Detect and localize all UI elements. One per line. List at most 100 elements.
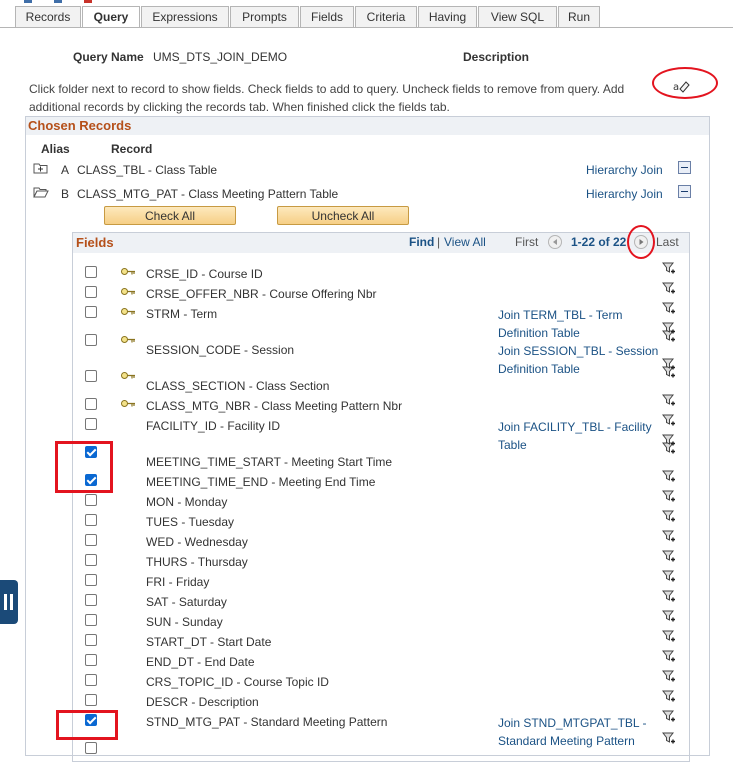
- key-icon: [121, 265, 136, 275]
- add-criteria-icon[interactable]: [661, 530, 676, 544]
- field-checkbox[interactable]: [85, 594, 97, 606]
- field-name: FRI - Friday: [146, 575, 210, 589]
- tab-view-sql[interactable]: View SQL: [478, 6, 557, 27]
- field-name: SAT - Saturday: [146, 595, 227, 609]
- query-name-value: UMS_DTS_JOIN_DEMO: [153, 50, 288, 64]
- add-criteria-icon[interactable]: [661, 690, 676, 704]
- field-checkbox[interactable]: [85, 370, 97, 382]
- tab-run[interactable]: Run: [558, 6, 600, 27]
- field-checkbox[interactable]: [85, 418, 97, 430]
- field-checkbox[interactable]: [85, 306, 97, 318]
- field-checkbox[interactable]: [85, 574, 97, 586]
- remove-record-b-button[interactable]: [678, 185, 691, 198]
- field-checkbox[interactable]: [85, 694, 97, 706]
- check-all-button[interactable]: Check All: [104, 206, 236, 225]
- add-criteria-icon[interactable]: [661, 394, 676, 408]
- key-icon: [121, 397, 136, 407]
- add-criteria-icon[interactable]: [661, 630, 676, 644]
- record-alias-b: B: [61, 187, 70, 201]
- field-checkbox[interactable]: [85, 334, 97, 346]
- side-panel-toggle[interactable]: [0, 580, 18, 624]
- field-checkbox[interactable]: [85, 554, 97, 566]
- add-criteria-icon[interactable]: [661, 610, 676, 624]
- add-criteria-icon[interactable]: [661, 302, 676, 316]
- previous-arrow-icon[interactable]: [548, 235, 562, 249]
- field-checkbox[interactable]: [85, 742, 97, 754]
- tab-having[interactable]: Having: [418, 6, 477, 27]
- join-record-link[interactable]: Join TERM_TBL - Term Definition Table: [498, 306, 668, 342]
- remove-record-a-button[interactable]: [678, 161, 691, 174]
- add-criteria-icon[interactable]: [661, 510, 676, 524]
- add-criteria-icon[interactable]: [661, 358, 676, 372]
- add-criteria-icon[interactable]: [661, 262, 676, 276]
- field-checkbox[interactable]: [85, 654, 97, 666]
- add-criteria-icon[interactable]: [661, 282, 676, 296]
- key-icon: [121, 333, 136, 343]
- field-checkbox[interactable]: [85, 614, 97, 626]
- highlight-ellipse-next: [627, 225, 655, 259]
- add-criteria-icon[interactable]: [661, 434, 676, 448]
- hierarchy-join-link-a[interactable]: Hierarchy Join: [586, 163, 663, 177]
- add-criteria-icon[interactable]: [661, 732, 676, 746]
- field-name: STRM - Term: [146, 307, 218, 321]
- tab-query[interactable]: Query: [82, 6, 140, 28]
- description-label: Description: [463, 50, 530, 64]
- find-link[interactable]: Find: [409, 235, 434, 249]
- first-label: First: [515, 235, 539, 249]
- field-name: DESCR - Description: [146, 695, 259, 709]
- join-record-link[interactable]: Join FACILITY_TBL - Facility Table: [498, 418, 668, 454]
- field-name: SUN - Sunday: [146, 615, 223, 629]
- field-name: WED - Wednesday: [146, 535, 248, 549]
- hierarchy-join-link-b[interactable]: Hierarchy Join: [586, 187, 663, 201]
- nav-separator: |: [437, 235, 441, 249]
- field-checkbox[interactable]: [85, 494, 97, 506]
- tab-prompts[interactable]: Prompts: [230, 6, 299, 27]
- record-name-a: CLASS_TBL - Class Table: [77, 163, 218, 177]
- tab-expressions[interactable]: Expressions: [141, 6, 229, 27]
- add-criteria-icon[interactable]: [661, 590, 676, 604]
- highlight-box-stnd-mtg-pat: [56, 710, 118, 740]
- tab-fields[interactable]: Fields: [300, 6, 354, 27]
- field-name: SESSION_CODE - Session: [146, 343, 295, 357]
- add-criteria-icon[interactable]: [661, 322, 676, 336]
- field-name: CRSE_OFFER_NBR - Course Offering Nbr: [146, 287, 377, 301]
- field-name: CRS_TOPIC_ID - Course Topic ID: [146, 675, 329, 689]
- add-criteria-icon[interactable]: [661, 710, 676, 724]
- tab-records[interactable]: Records: [15, 6, 81, 27]
- record-name-b: CLASS_MTG_PAT - Class Meeting Pattern Ta…: [77, 187, 339, 201]
- field-checkbox[interactable]: [85, 514, 97, 526]
- add-criteria-icon[interactable]: [661, 650, 676, 664]
- field-name: MON - Monday: [146, 495, 228, 509]
- key-icon: [121, 285, 136, 295]
- record-column-header: Record: [111, 142, 153, 156]
- add-criteria-icon[interactable]: [661, 670, 676, 684]
- add-criteria-icon[interactable]: [661, 414, 676, 428]
- add-criteria-icon[interactable]: [661, 550, 676, 564]
- field-checkbox[interactable]: [85, 674, 97, 686]
- folder-closed-icon[interactable]: [33, 162, 48, 174]
- join-record-link[interactable]: Join SESSION_TBL - Session Definition Ta…: [498, 342, 668, 378]
- field-name: CLASS_MTG_NBR - Class Meeting Pattern Nb…: [146, 399, 403, 413]
- add-criteria-icon[interactable]: [661, 570, 676, 584]
- uncheck-all-button[interactable]: Uncheck All: [277, 206, 409, 225]
- fields-grid-title: Fields: [76, 235, 114, 250]
- field-checkbox[interactable]: [85, 398, 97, 410]
- highlight-box-meeting-times: [55, 441, 113, 493]
- field-name: END_DT - End Date: [146, 655, 255, 669]
- last-label: Last: [656, 235, 679, 249]
- add-criteria-icon[interactable]: [661, 490, 676, 504]
- view-all-link[interactable]: View All: [444, 235, 486, 249]
- field-name: STND_MTG_PAT - Standard Meeting Pattern: [146, 715, 388, 729]
- field-checkbox[interactable]: [85, 286, 97, 298]
- chosen-records-title: Chosen Records: [26, 117, 709, 135]
- instructions-text: Click folder next to record to show fiel…: [29, 82, 625, 114]
- add-criteria-icon[interactable]: [661, 470, 676, 484]
- field-checkbox[interactable]: [85, 534, 97, 546]
- field-checkbox[interactable]: [85, 634, 97, 646]
- tab-criteria[interactable]: Criteria: [355, 6, 417, 27]
- folder-open-icon[interactable]: [33, 186, 49, 198]
- alias-column-header: Alias: [41, 142, 70, 156]
- field-checkbox[interactable]: [85, 266, 97, 278]
- record-alias-a: A: [61, 163, 70, 177]
- join-record-link[interactable]: Join STND_MTGPAT_TBL - Standard Meeting …: [498, 714, 668, 750]
